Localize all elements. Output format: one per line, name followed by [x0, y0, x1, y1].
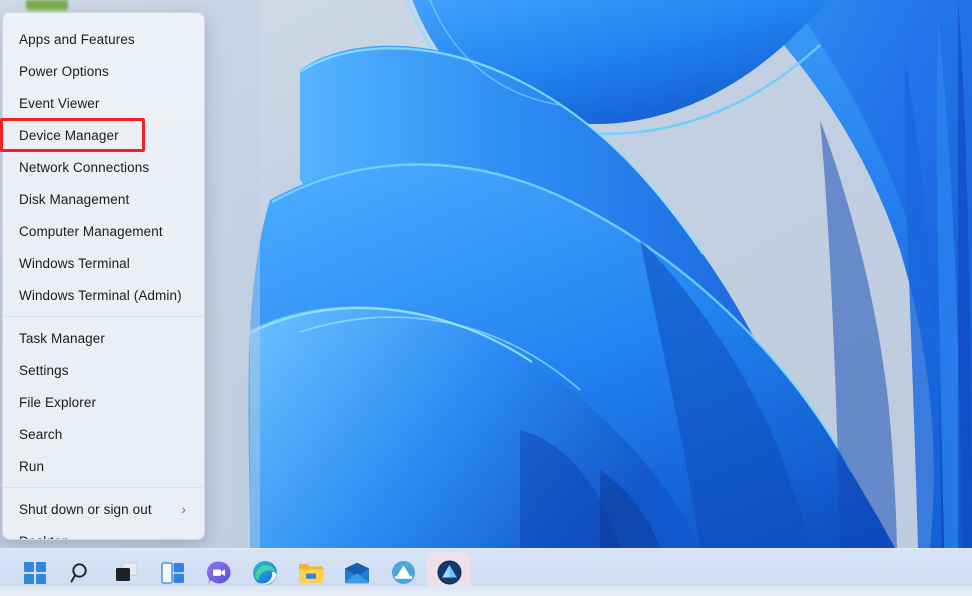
menu-item-computer-management[interactable]: Computer Management [3, 215, 204, 247]
windows-desktop-screen: Apps and Features Power Options Event Vi… [0, 0, 972, 596]
menu-separator [3, 487, 204, 488]
menu-item-windows-terminal-admin[interactable]: Windows Terminal (Admin) [3, 279, 204, 311]
menu-item-label: File Explorer [19, 395, 192, 410]
menu-item-file-explorer[interactable]: File Explorer [3, 386, 204, 418]
menu-item-task-manager[interactable]: Task Manager [3, 322, 204, 354]
menu-item-desktop[interactable]: Desktop [3, 525, 204, 540]
menu-item-label: Apps and Features [19, 32, 192, 47]
menu-item-windows-terminal[interactable]: Windows Terminal [3, 247, 204, 279]
winx-power-user-menu[interactable]: Apps and Features Power Options Event Vi… [2, 12, 205, 540]
menu-item-settings[interactable]: Settings [3, 354, 204, 386]
menu-item-label: Disk Management [19, 192, 192, 207]
menu-item-power-options[interactable]: Power Options [3, 55, 204, 87]
menu-item-shut-down-or-sign-out[interactable]: Shut down or sign out › [3, 493, 204, 525]
green-sliver-decoration [26, 0, 68, 11]
menu-item-label: Shut down or sign out [19, 502, 181, 517]
menu-item-event-viewer[interactable]: Event Viewer [3, 87, 204, 119]
menu-item-run[interactable]: Run [3, 450, 204, 482]
menu-item-label: Windows Terminal [19, 256, 192, 271]
menu-item-label: Power Options [19, 64, 192, 79]
menu-item-label: Windows Terminal (Admin) [19, 288, 192, 303]
menu-item-label: Run [19, 459, 192, 474]
menu-item-label: Settings [19, 363, 192, 378]
menu-item-label: Search [19, 427, 192, 442]
menu-item-label: Device Manager [19, 128, 192, 143]
menu-item-network-connections[interactable]: Network Connections [3, 151, 204, 183]
menu-item-device-manager[interactable]: Device Manager [3, 119, 204, 151]
menu-item-label: Network Connections [19, 160, 192, 175]
bottom-edge-strip [0, 586, 972, 596]
menu-item-label: Event Viewer [19, 96, 192, 111]
menu-group-session: Shut down or sign out › Desktop [3, 493, 204, 540]
menu-group-tools: Task Manager Settings File Explorer Sear… [3, 322, 204, 482]
menu-group-system: Apps and Features Power Options Event Vi… [3, 23, 204, 311]
menu-item-apps-and-features[interactable]: Apps and Features [3, 23, 204, 55]
chevron-right-icon: › [181, 502, 192, 516]
menu-item-disk-management[interactable]: Disk Management [3, 183, 204, 215]
menu-item-label: Task Manager [19, 331, 192, 346]
menu-item-label: Computer Management [19, 224, 192, 239]
menu-item-label: Desktop [19, 534, 192, 541]
menu-separator [3, 316, 204, 317]
menu-item-search[interactable]: Search [3, 418, 204, 450]
